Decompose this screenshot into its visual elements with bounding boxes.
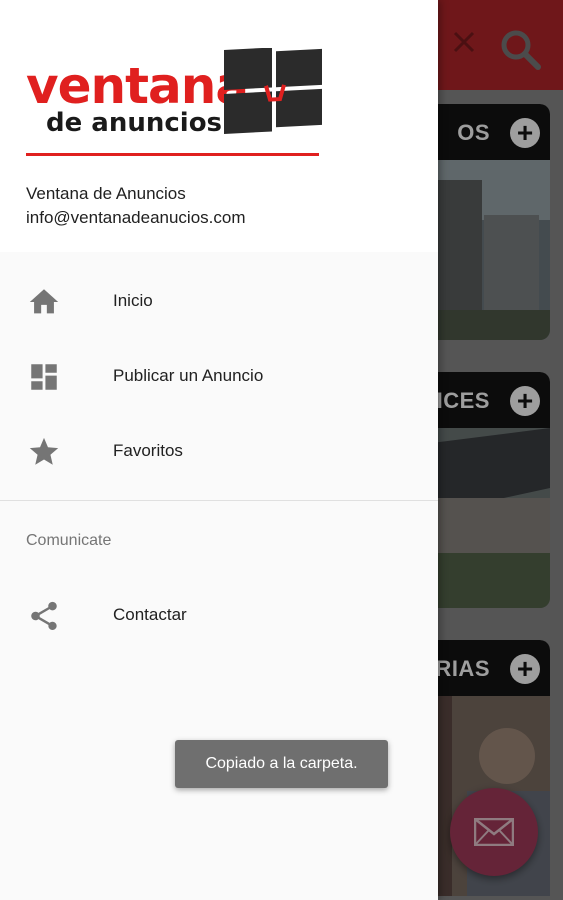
menu-item-contactar[interactable]: Contactar — [0, 580, 438, 650]
home-icon — [29, 289, 59, 314]
menu-item-publicar[interactable]: Publicar un Anuncio — [0, 341, 438, 411]
star-icon — [29, 437, 59, 465]
toast-message: Copiado a la carpeta. — [175, 740, 388, 788]
menu-item-label: Publicar un Anuncio — [113, 366, 264, 385]
account-name: Ventana de Anuncios — [26, 184, 186, 203]
dashboard-icon — [31, 364, 57, 390]
logo-underline — [26, 153, 319, 156]
drawer-header: ventana de anuncios Ventana de Anuncios … — [0, 0, 438, 252]
ventana-de-anuncios-logo: ventana de anuncios — [26, 48, 322, 138]
menu-item-label: Contactar — [113, 605, 187, 624]
section-header: Comunicate — [26, 532, 112, 549]
menu-item-label: Inicio — [113, 291, 153, 310]
toast-text: Copiado a la carpeta. — [205, 755, 358, 772]
svg-text:ventana: ventana — [26, 57, 248, 115]
share-icon — [31, 601, 57, 631]
svg-text:de anuncios: de anuncios — [46, 108, 222, 138]
divider — [0, 500, 438, 501]
menu-item-label: Favoritos — [113, 441, 183, 460]
menu-item-inicio[interactable]: Inicio — [0, 266, 438, 336]
menu-item-favoritos[interactable]: Favoritos — [0, 416, 438, 486]
account-email: info@ventanadeanucios.com — [26, 208, 246, 227]
